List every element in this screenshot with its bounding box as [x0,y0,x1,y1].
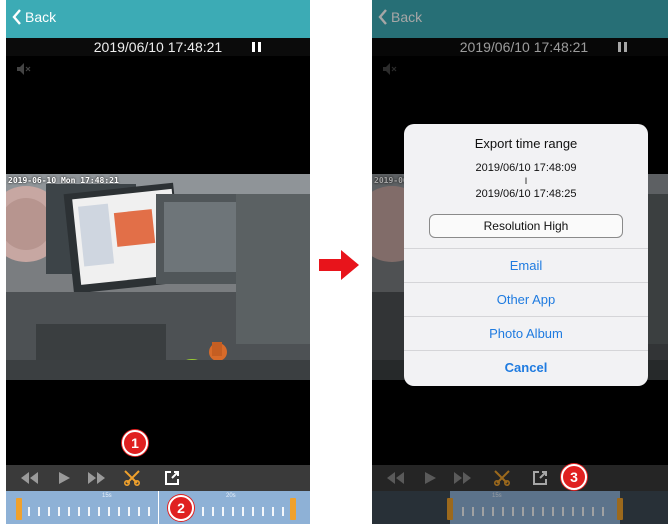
export-icon[interactable] [164,470,180,486]
cancel-button[interactable]: Cancel [404,350,648,385]
right-arrow-icon [319,250,359,280]
video-osd-timestamp: 2019-06-10 Mon 17:48:21 [8,176,119,185]
option-photo-album[interactable]: Photo Album [404,316,648,351]
video-scene-image [6,174,310,380]
play-icon[interactable] [56,470,72,486]
timeline-label: 15s [102,493,112,499]
pause-icon[interactable] [252,42,261,52]
speaker-muted-icon[interactable] [16,62,32,76]
export-end-time: 2019/06/10 17:48:25 [475,188,577,200]
export-dialog: Export time range 2019/06/10 17:48:09 I … [404,124,648,386]
step-badge-2: 2 [168,495,194,521]
scissors-icon[interactable] [123,470,141,486]
back-button[interactable]: Back [12,9,56,25]
fast-forward-icon[interactable] [86,470,108,486]
playback-controls [6,465,310,491]
top-bar: Back [6,0,310,38]
left-phone-screen: Back 2019/06/10 17:48:21 2019-06-10 Mon … [6,0,310,524]
video-frame[interactable]: 2019-06-10 Mon 17:48:21 [6,174,310,380]
timestamp-bar: 2019/06/10 17:48:21 [6,38,310,56]
resolution-button[interactable]: Resolution High [429,214,623,238]
timeline-start-marker[interactable] [16,498,22,520]
step-badge-3: 3 [561,464,587,490]
rewind-icon[interactable] [18,470,40,486]
dialog-title: Export time range [474,136,578,151]
time-range-separator: I [524,176,528,186]
option-email[interactable]: Email [404,248,648,283]
step-badge-1: 1 [122,430,148,456]
right-phone-screen: Back 2019/06/10 17:48:21 2019-06-10 Mon … [372,0,668,524]
playback-timestamp: 2019/06/10 17:48:21 [93,39,223,55]
back-chevron-icon [12,9,21,25]
option-other-app[interactable]: Other App [404,282,648,317]
export-start-time: 2019/06/10 17:48:09 [475,162,577,174]
timeline[interactable]: 15s 20s [6,491,310,524]
timeline-playhead[interactable] [158,491,159,524]
back-label: Back [25,9,57,25]
timeline-label: 20s [226,493,236,499]
timeline-end-marker[interactable] [290,498,296,520]
